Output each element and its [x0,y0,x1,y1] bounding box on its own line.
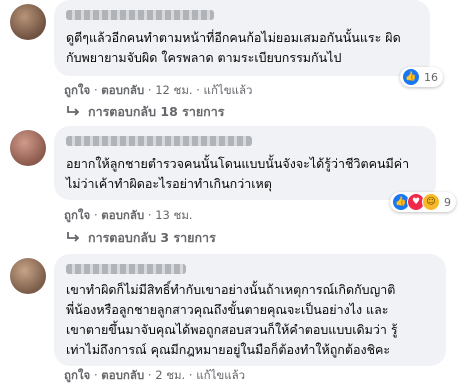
author-name-redacted[interactable] [66,10,214,20]
like-link[interactable]: ถูกใจ [64,208,90,222]
comment-bubble: อยากให้ลูกชายตำรวจคนนั้นโดนแบบนั้นจังจะไ… [54,126,436,200]
view-replies-button[interactable]: การตอบกลับ 3 รายการ [66,228,216,248]
reply-arrow-icon [66,231,80,246]
author-name-redacted[interactable] [66,136,252,146]
reaction-summary[interactable]: 👍 16 [400,67,443,87]
avatar[interactable] [10,4,46,40]
comment-line: อยากให้ลูกชายตำรวจคนนั้นโดนแบบนั้นจังจะไ… [66,156,410,171]
timestamp[interactable]: 13 ชม. [155,208,192,222]
like-link[interactable]: ถูกใจ [64,83,90,97]
reply-link[interactable]: ตอบกลับ [101,208,144,222]
view-replies-button[interactable]: การตอบกลับ 18 รายการ [66,102,224,122]
comment-bubble: เขาทำผิดก็ไม่มีสิทธิ์ทำกับเขาอย่างนั้นถ้… [54,254,446,366]
comment-line: พี่น้องหรือลูกชายลูกสาวคุณถึงขั้นตายคุณจ… [66,302,389,317]
reply-link[interactable]: ตอบกลับ [101,83,144,97]
comment-actions: ถูกใจ · ตอบกลับ · 13 ชม. [64,208,193,222]
comment-actions: ถูกใจ · ตอบกลับ · 2 ชม. · แก้ไขแล้ว [64,368,246,382]
haha-icon: ☺ [422,193,440,211]
reply-arrow-icon [66,105,80,120]
comment-line: ดูตีๆแล้วอีกคนทำตามหน้าที่อีกคนก้อไม่ยอม… [66,30,401,45]
avatar[interactable] [10,258,46,294]
reply-link[interactable]: ตอบกลับ [101,368,144,382]
reaction-summary[interactable]: 👍 ♥ ☺ 9 [390,192,456,212]
avatar[interactable] [10,130,46,166]
replies-count-label: การตอบกลับ 3 รายการ [88,230,216,245]
comment-actions: ถูกใจ · ตอบกลับ · 12 ชม. · แก้ไขแล้ว [64,83,253,97]
like-icon: 👍 [402,68,420,86]
author-name-redacted[interactable] [66,264,186,274]
timestamp[interactable]: 12 ชม. [155,83,192,97]
comment-line: ไม่ว่าเค้าทำผิดอะไรอย่าทำเกินกว่าเหตุ [66,176,272,191]
comment-line: เขาทำผิดก็ไม่มีสิทธิ์ทำกับเขาอย่างนั้นถ้… [66,282,396,297]
reaction-count: 16 [424,70,438,84]
edited-label: แก้ไขแล้ว [196,368,246,382]
timestamp[interactable]: 2 ชม. [155,368,185,382]
comment-line: เขาตายขึ้นมาจับคุณได้พอถูกสอบสวนก็ให้คำต… [66,322,398,337]
comment-line: เท่าไม่ถึงการณ์ คุณมีกฎหมายอยู่ในมือก็ต้… [66,342,391,357]
comment-bubble: ดูตีๆแล้วอีกคนทำตามหน้าที่อีกคนก้อไม่ยอม… [54,0,430,76]
edited-label: แก้ไขแล้ว [203,83,253,97]
replies-count-label: การตอบกลับ 18 รายการ [88,104,225,119]
like-link[interactable]: ถูกใจ [64,368,90,382]
reaction-count: 9 [444,195,451,209]
comment-line: กับพยายามจับผิด ใครพลาด ตามระเบียบกรรมกั… [66,50,342,65]
